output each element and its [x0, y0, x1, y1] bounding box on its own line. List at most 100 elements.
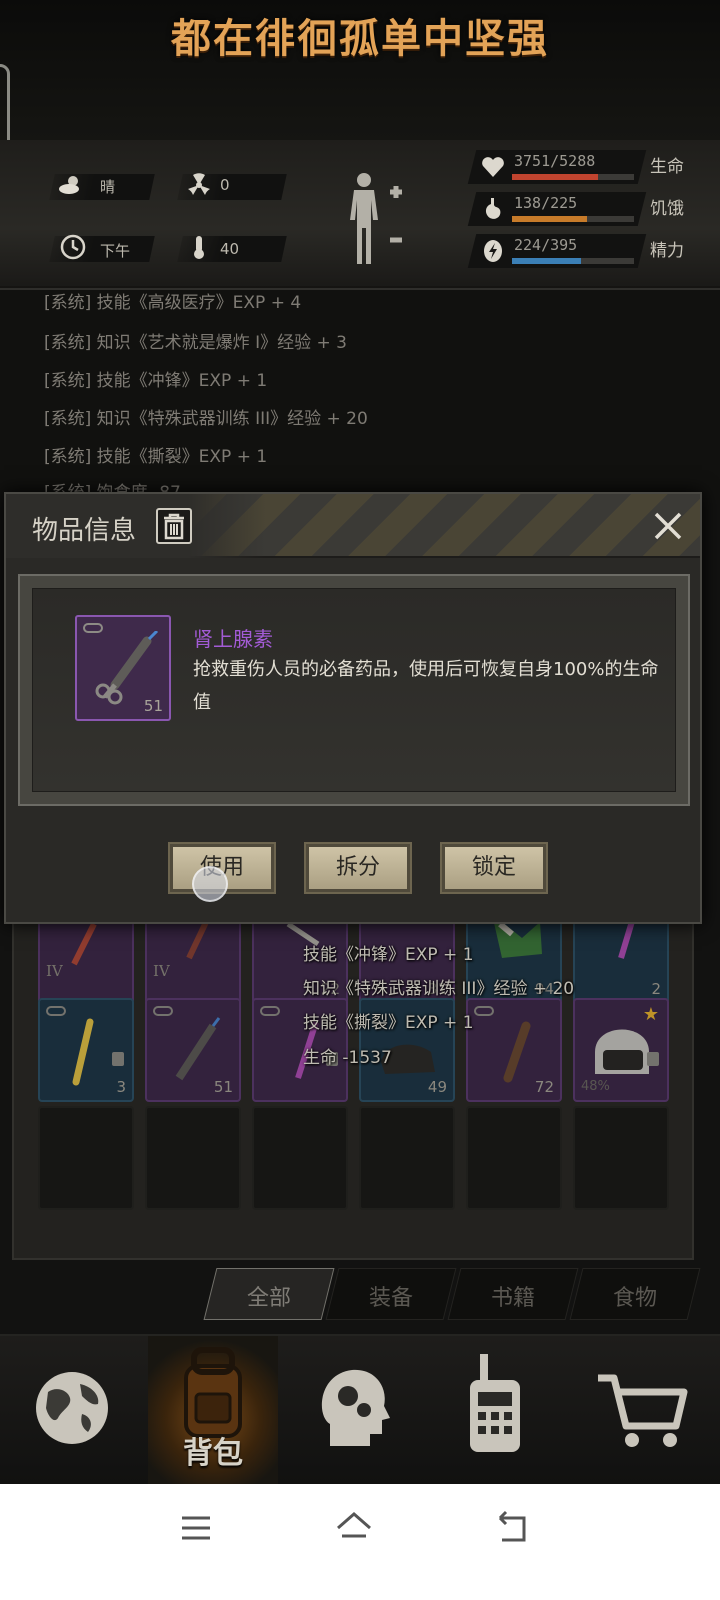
- energy-icon: [480, 238, 506, 264]
- close-icon: [654, 512, 682, 540]
- lock-button-label: 锁定: [471, 855, 516, 880]
- touch-indicator: [192, 866, 228, 902]
- lock-button[interactable]: 锁定: [440, 842, 548, 894]
- log-line: [系统] 技能《高级医疗》EXP + 4: [44, 293, 302, 313]
- nav-backpack[interactable]: 背包: [148, 1336, 278, 1486]
- split-button-label: 拆分: [335, 855, 380, 880]
- stomach-icon: [480, 196, 506, 222]
- dialog-header: 物品信息: [6, 494, 700, 558]
- inventory-slot-empty[interactable]: [38, 1106, 134, 1210]
- slot-tier: IV: [46, 962, 63, 980]
- inventory-slot[interactable]: ★ 48%: [573, 998, 669, 1102]
- slot-durability: 48%: [581, 1079, 610, 1094]
- trash-icon: [164, 513, 184, 540]
- log-line: [系统] 技能《撕裂》EXP + 1: [44, 447, 268, 467]
- message-log[interactable]: [系统] 技能《高级医疗》EXP + 4 [系统] 知识《艺术就是爆炸 I》经验…: [0, 290, 720, 500]
- nav-map[interactable]: [8, 1336, 138, 1486]
- inventory-slot[interactable]: 51: [145, 998, 241, 1102]
- item-name: 肾上腺素: [193, 627, 273, 651]
- floating-log-line: 技能《冲锋》EXP + 1: [303, 945, 474, 965]
- nav-shop[interactable]: [580, 1336, 710, 1486]
- energy-bar-fill: [512, 258, 582, 264]
- cloud-sun-icon: [58, 172, 84, 198]
- tab-books-label: 书籍: [490, 1286, 535, 1311]
- energy-value: 224/395: [514, 236, 578, 254]
- radiation-icon: [186, 172, 212, 198]
- inventory-slot-empty[interactable]: [145, 1106, 241, 1210]
- floating-log-line: 技能《撕裂》EXP + 1: [303, 1013, 474, 1033]
- back-icon[interactable]: [490, 1506, 534, 1550]
- slot-count: 49: [427, 1078, 447, 1096]
- inventory-slot[interactable]: 72: [466, 998, 562, 1102]
- inventory-slot-empty[interactable]: [252, 1106, 348, 1210]
- nav-skills[interactable]: [290, 1336, 420, 1486]
- stat-energy: 224/395 精力: [467, 234, 717, 270]
- hp-bar: [512, 174, 634, 180]
- dialog-title: 物品信息: [32, 516, 137, 546]
- log-line: [系统] 技能《冲锋》EXP + 1: [44, 371, 268, 391]
- time-value: 下午: [100, 242, 131, 260]
- hp-bar-fill: [512, 174, 599, 180]
- slot-count: 3: [116, 1078, 126, 1096]
- hunger-bar-fill: [512, 216, 587, 222]
- item-icon-slot: 51: [75, 615, 171, 721]
- item-info-inner: 51 肾上腺素 抢救重伤人员的必备药品，使用后可恢复自身100%的生命值: [32, 588, 676, 792]
- inventory-slot[interactable]: 3: [38, 998, 134, 1102]
- radio-icon: [470, 1354, 520, 1452]
- lock-icon: [112, 1052, 124, 1066]
- radiation-value: 0: [220, 176, 230, 194]
- stat-hp: 3751/5288 生命: [467, 150, 717, 186]
- hunger-bar: [512, 216, 634, 222]
- discard-button[interactable]: [156, 508, 192, 544]
- home-icon[interactable]: [332, 1506, 376, 1550]
- cart-icon: [598, 1374, 688, 1447]
- top-banner: 都在徘徊孤单中坚强: [0, 0, 720, 172]
- log-line: [系统] 知识《特殊武器训练 III》经验 + 20: [44, 409, 368, 429]
- globe-icon: [36, 1372, 108, 1444]
- item-info-dialog: 物品信息 51 肾上腺素 抢救重伤人员的必备药品，使用后可恢复自身100%的生命…: [4, 492, 702, 924]
- temperature-value: 40: [220, 240, 240, 258]
- heart-icon: [480, 154, 506, 180]
- close-button[interactable]: [650, 508, 686, 544]
- energy-label: 精力: [650, 241, 684, 261]
- tab-all-label: 全部: [246, 1286, 291, 1311]
- clock-icon: [60, 234, 86, 260]
- log-line: [系统] 知识《艺术就是爆炸 I》经验 + 3: [44, 333, 347, 353]
- item-info-panel: 51 肾上腺素 抢救重伤人员的必备药品，使用后可恢复自身100%的生命值: [18, 574, 690, 806]
- lock-icon: [647, 1052, 659, 1066]
- item-description: 抢救重伤人员的必备药品，使用后可恢复自身100%的生命值: [193, 659, 659, 713]
- hp-value: 3751/5288: [514, 152, 596, 170]
- banner-title: 都在徘徊孤单中坚强: [171, 16, 549, 62]
- system-nav-bar: [0, 1484, 720, 1600]
- slot-count: 51: [213, 1078, 233, 1096]
- energy-bar: [512, 258, 634, 264]
- floating-log-line: 生命 -1537: [303, 1048, 392, 1068]
- nav-radio[interactable]: [430, 1336, 560, 1486]
- body-status-button[interactable]: [342, 170, 412, 268]
- vial-item-icon: [72, 1018, 94, 1086]
- tab-equipment-label: 装备: [368, 1286, 413, 1311]
- brain-head-icon: [321, 1369, 390, 1446]
- inventory-slot-empty[interactable]: [573, 1106, 669, 1210]
- bottom-nav: 背包: [0, 1334, 720, 1486]
- menu-icon[interactable]: [174, 1506, 218, 1550]
- inventory-slot-empty[interactable]: [466, 1106, 562, 1210]
- inventory-tabs: 全部 装备 书籍 食物: [200, 1268, 701, 1320]
- star-icon: ★: [642, 1004, 659, 1025]
- stat-hunger: 138/225 饥饿: [467, 192, 717, 228]
- weather-value: 晴: [100, 178, 116, 196]
- hp-label: 生命: [650, 157, 684, 177]
- nav-backpack-label: 背包: [183, 1436, 243, 1471]
- split-button[interactable]: 拆分: [304, 842, 412, 894]
- hunger-value: 138/225: [514, 194, 578, 212]
- slot-count: 72: [534, 1078, 554, 1096]
- item-count: 51: [143, 697, 163, 715]
- human-figure-icon: [350, 173, 402, 264]
- tab-food-label: 食物: [612, 1286, 657, 1311]
- floating-log-line: 知识《特殊武器训练 III》经验 + 20: [303, 979, 575, 999]
- hunger-label: 饥饿: [650, 199, 684, 219]
- slot-count: 2: [651, 980, 661, 998]
- thermometer-icon: [186, 234, 212, 260]
- inventory-slot-empty[interactable]: [359, 1106, 455, 1210]
- slot-tier: IV: [153, 962, 170, 980]
